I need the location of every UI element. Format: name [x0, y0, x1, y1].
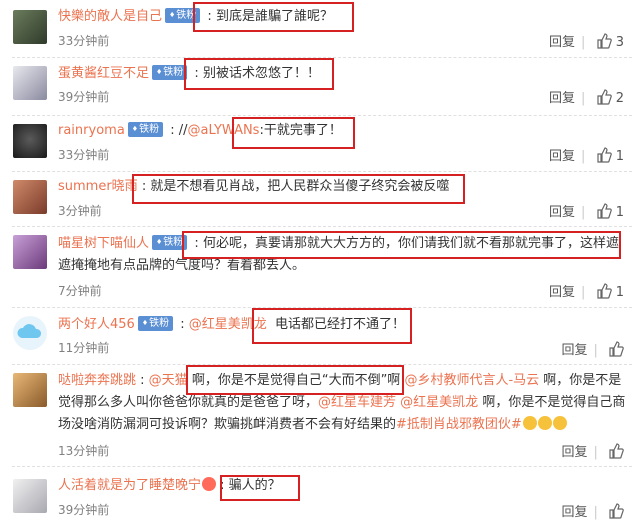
mention-link[interactable]: @乡村教师代言人-马云 — [404, 373, 539, 388]
username[interactable]: 哒啦奔奔跳跳 — [58, 373, 136, 388]
highlight-box — [193, 2, 354, 32]
highlight-box — [220, 475, 300, 501]
reply-button[interactable]: 回复 — [561, 343, 587, 358]
crying-emoji-icon — [537, 416, 552, 430]
comment-prefix: // — [178, 123, 188, 138]
like-count: 1 — [615, 285, 624, 300]
timestamp: 7分钟前 — [58, 284, 102, 298]
mention-link[interactable]: @红星美凯龙 — [400, 395, 478, 410]
fan-badge[interactable]: 铁粉 — [127, 122, 164, 137]
avatar[interactable] — [13, 180, 47, 214]
like-icon[interactable] — [596, 33, 612, 49]
highlight-box — [184, 58, 334, 90]
fan-badge[interactable]: 铁粉 — [152, 65, 188, 80]
like-icon[interactable] — [596, 147, 612, 163]
like-icon[interactable] — [608, 503, 624, 519]
reply-button[interactable]: 回复 — [549, 285, 575, 300]
highlight-box — [232, 117, 355, 149]
like-icon[interactable] — [596, 203, 612, 219]
avatar[interactable] — [13, 235, 47, 269]
username[interactable]: 快樂的敵人是自己 — [58, 9, 162, 24]
username[interactable]: 喵星树下喵仙人 — [58, 236, 149, 251]
reply-button[interactable]: 回复 — [549, 205, 575, 220]
highlight-box — [132, 174, 465, 204]
username[interactable]: 蛋黄酱红豆不足 — [58, 66, 149, 81]
avatar[interactable] — [13, 373, 47, 407]
highlight-box — [252, 308, 412, 344]
mention-link[interactable]: @天猫 — [149, 373, 188, 388]
timestamp: 39分钟前 — [58, 503, 110, 517]
like-icon[interactable] — [596, 283, 612, 299]
reply-button[interactable]: 回复 — [549, 91, 575, 106]
vip-emoji-icon — [202, 477, 217, 491]
timestamp: 13分钟前 — [58, 444, 110, 458]
divider — [12, 115, 632, 116]
like-icon[interactable] — [596, 89, 612, 105]
like-count: 2 — [615, 91, 624, 106]
timestamp: 33分钟前 — [58, 148, 110, 162]
crying-emoji-icon — [552, 416, 567, 430]
timestamp: 11分钟前 — [58, 341, 110, 355]
reply-button[interactable]: 回复 — [549, 35, 575, 50]
topic-link[interactable]: #抵制肖战邪教团伙# — [396, 417, 522, 432]
avatar[interactable] — [13, 479, 47, 513]
timestamp: 39分钟前 — [58, 90, 110, 104]
crying-emoji-icon — [522, 416, 537, 430]
avatar[interactable] — [13, 124, 47, 158]
reply-button[interactable]: 回复 — [549, 149, 575, 164]
like-count: 3 — [615, 35, 624, 50]
like-count: 1 — [615, 205, 624, 220]
fan-badge[interactable]: 铁粉 — [137, 316, 174, 331]
username[interactable]: 人活着就是为了睡楚晚宁 — [58, 478, 201, 493]
username[interactable]: summer晓雨 — [58, 179, 138, 194]
cloud-icon — [17, 324, 42, 338]
username[interactable]: 两个好人456 — [58, 317, 135, 332]
timestamp: 3分钟前 — [58, 204, 102, 218]
mention-link[interactable]: @红星车建芳 — [318, 395, 396, 410]
highlight-box — [182, 231, 621, 259]
divider — [12, 466, 632, 467]
avatar[interactable] — [13, 316, 47, 350]
like-count: 1 — [615, 149, 624, 164]
timestamp: 33分钟前 — [58, 34, 110, 48]
divider — [12, 226, 632, 227]
username[interactable]: rainryoma — [58, 123, 125, 138]
like-icon[interactable] — [608, 443, 624, 459]
like-icon[interactable] — [608, 341, 624, 357]
divider — [12, 171, 632, 172]
reply-button[interactable]: 回复 — [561, 505, 587, 520]
highlight-box — [186, 365, 404, 395]
reply-button[interactable]: 回复 — [561, 445, 587, 460]
avatar[interactable] — [13, 10, 47, 44]
avatar[interactable] — [13, 66, 47, 100]
